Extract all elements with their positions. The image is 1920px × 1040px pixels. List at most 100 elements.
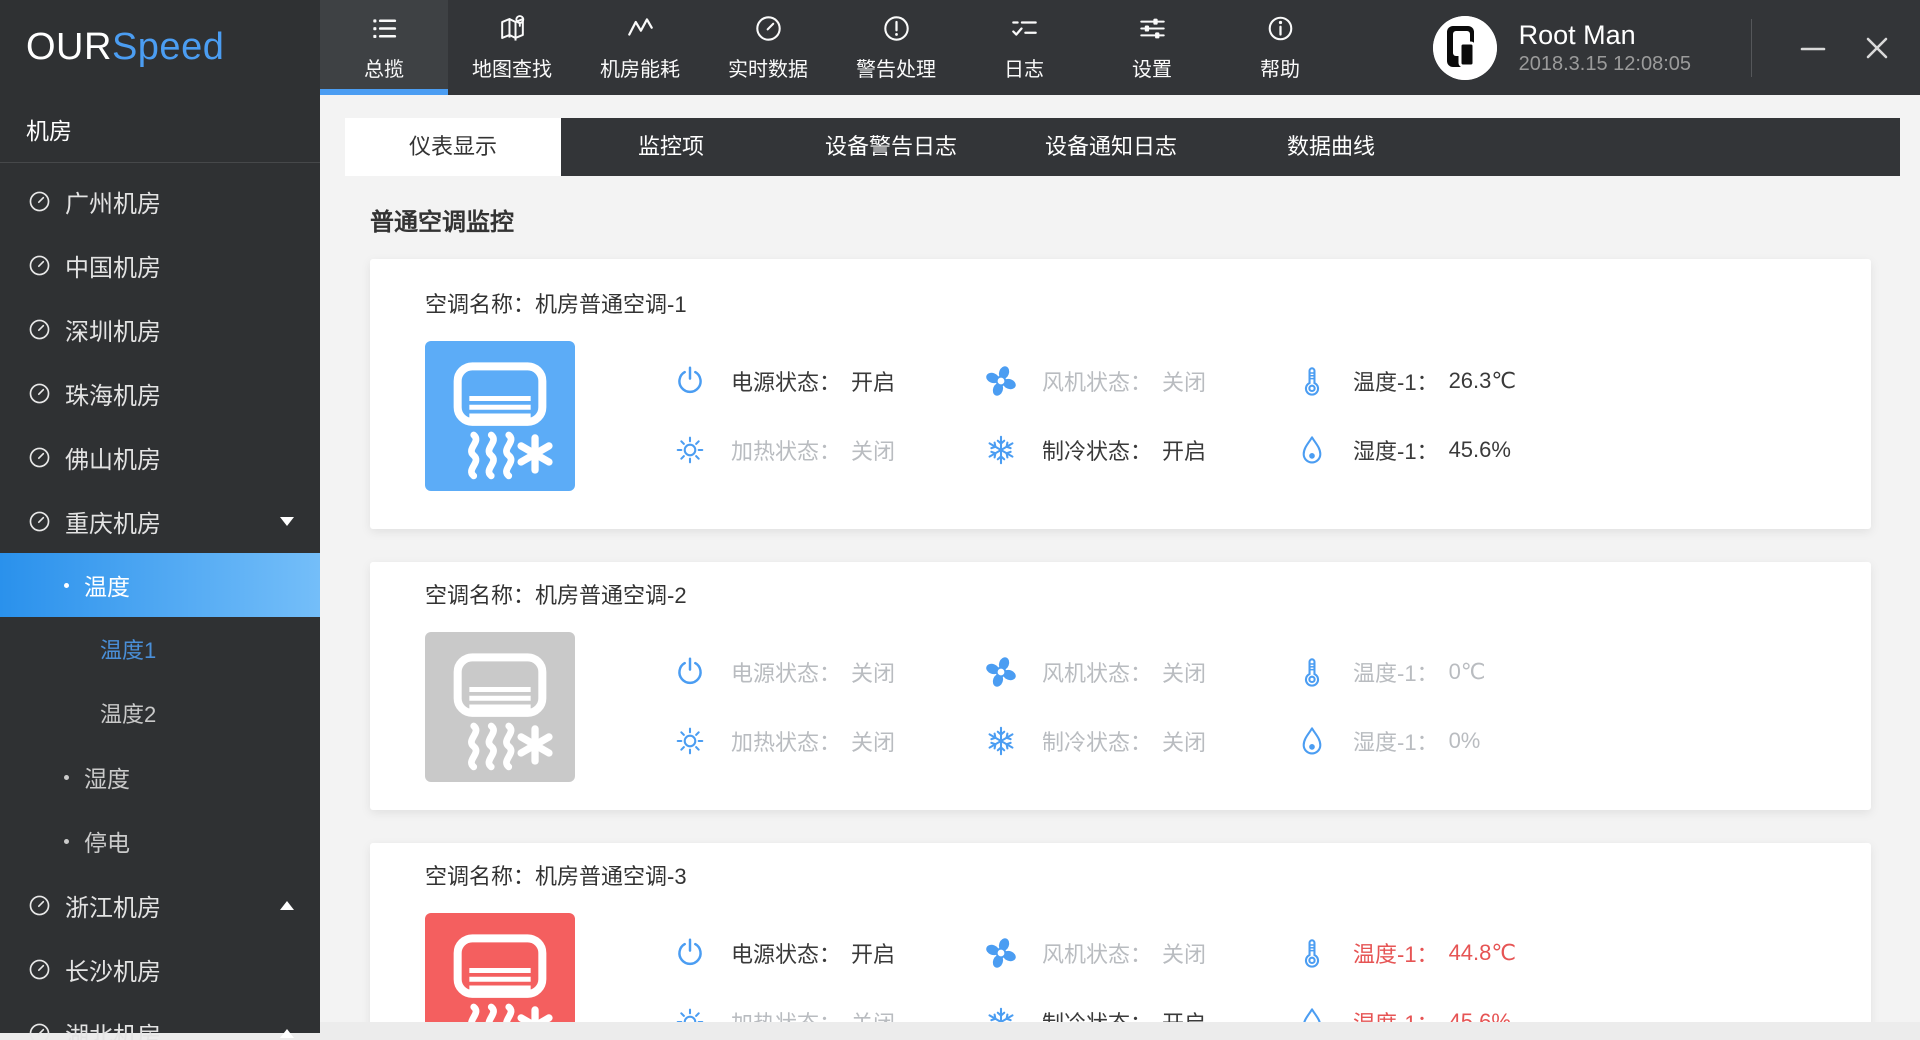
minimize-icon <box>1800 35 1826 61</box>
sidebar-item-zhongguo[interactable]: 中国机房 <box>0 233 320 297</box>
ac-unit-icon <box>425 632 575 782</box>
ac-card: 空调名称：机房普通空调-2 电源状态： 关闭 <box>370 562 1871 810</box>
tab-dashboard[interactable]: 仪表显示 <box>345 118 561 176</box>
sidebar-item-chongqing[interactable]: 重庆机房 <box>0 489 320 553</box>
power-icon <box>673 655 707 689</box>
logo-text-speed: Speed <box>112 26 224 69</box>
sidebar: OURSpeed 机房 广州机房 中国机房 深圳机房 珠海机房 <box>0 0 320 1033</box>
nav-item-settings[interactable]: 设置 <box>1088 0 1216 95</box>
tab-data-curve[interactable]: 数据曲线 <box>1221 118 1441 176</box>
minimize-button[interactable] <box>1794 29 1832 67</box>
ac-card-title: 空调名称：机房普通空调-1 <box>370 259 1871 319</box>
settings-icon <box>1137 13 1168 44</box>
app-window: OURSpeed 机房 广州机房 中国机房 深圳机房 珠海机房 <box>0 0 1920 1040</box>
chevron-up-icon <box>280 901 294 910</box>
map-search-icon <box>497 13 528 44</box>
stat-power: 电源状态： 开启 <box>673 936 984 970</box>
nav-item-map-search[interactable]: 地图查找 <box>448 0 576 95</box>
close-button[interactable] <box>1858 29 1896 67</box>
sidebar-item-wendu[interactable]: 温度 <box>0 553 320 617</box>
stat-cooling: 制冷状态： 开启 <box>984 1005 1295 1022</box>
stat-cooling: 制冷状态： 开启 <box>984 433 1295 467</box>
fan-icon <box>984 364 1018 398</box>
sidebar-item-foshan[interactable]: 佛山机房 <box>0 425 320 489</box>
sidebar-item-changsha[interactable]: 长沙机房 <box>0 937 320 1001</box>
realtime-gauge-icon <box>753 13 784 44</box>
air-conditioner-icon <box>427 343 573 489</box>
ac-unit-icon <box>425 913 575 1022</box>
close-icon <box>1864 35 1890 61</box>
power-icon <box>673 364 707 398</box>
bullet-icon <box>64 775 69 780</box>
nav-item-realtime[interactable]: 实时数据 <box>704 0 832 95</box>
bullet-icon <box>64 583 69 588</box>
sidebar-item-wendu2[interactable]: 温度2 <box>0 681 320 745</box>
stat-humidity: 湿度-1： 45.6% <box>1295 1005 1606 1022</box>
logo-text-our: OUR <box>26 26 112 69</box>
snowflake-icon <box>984 433 1018 467</box>
stat-cooling: 制冷状态： 关闭 <box>984 724 1295 758</box>
sidebar-item-guangzhou[interactable]: 广州机房 <box>0 169 320 233</box>
main-region: 总揽 地图查找 机房能耗 实时数据 警告处理 <box>320 0 1920 1022</box>
stat-fan: 风机状态： 关闭 <box>984 655 1295 689</box>
stat-power: 电源状态： 关闭 <box>673 655 984 689</box>
snowflake-icon <box>984 724 1018 758</box>
sidebar-item-shenzhen[interactable]: 深圳机房 <box>0 297 320 361</box>
tab-alert-log[interactable]: 设备警告日志 <box>781 118 1001 176</box>
stat-temperature: 温度-1： 44.8℃ <box>1295 936 1606 970</box>
heater-sun-icon <box>673 1005 707 1022</box>
tab-notify-log[interactable]: 设备通知日志 <box>1001 118 1221 176</box>
chevron-down-icon <box>280 517 294 526</box>
nav-item-help[interactable]: 帮助 <box>1216 0 1344 95</box>
help-icon <box>1265 13 1296 44</box>
top-nav-bar: 总揽 地图查找 机房能耗 实时数据 警告处理 <box>320 0 1920 95</box>
stat-power: 电源状态： 开启 <box>673 364 984 398</box>
alert-icon <box>881 13 912 44</box>
stat-heater: 加热状态： 关闭 <box>673 724 984 758</box>
sidebar-item-shidu[interactable]: 湿度 <box>0 745 320 809</box>
list-icon <box>369 13 400 44</box>
tab-monitor-items[interactable]: 监控项 <box>561 118 781 176</box>
devices-avatar-icon <box>1433 16 1497 80</box>
ac-card: 空调名称：机房普通空调-1 电源状态： 开启 <box>370 259 1871 529</box>
ac-card-title: 空调名称：机房普通空调-2 <box>370 562 1871 610</box>
stat-heater: 加热状态： 关闭 <box>673 433 984 467</box>
thermometer-icon <box>1295 364 1329 398</box>
heater-sun-icon <box>673 433 707 467</box>
ac-card-title: 空调名称：机房普通空调-3 <box>370 843 1871 891</box>
nav-item-energy[interactable]: 机房能耗 <box>576 0 704 95</box>
gauge-icon <box>27 893 52 918</box>
sidebar-menu: 广州机房 中国机房 深圳机房 珠海机房 佛山机房 重庆机房 <box>0 163 320 1040</box>
stat-fan: 风机状态： 关闭 <box>984 936 1295 970</box>
stat-humidity: 湿度-1： 0% <box>1295 724 1606 758</box>
stat-grid: 电源状态： 关闭 加热状态： 关闭 <box>673 610 1606 782</box>
sidebar-item-wendu1[interactable]: 温度1 <box>0 617 320 681</box>
nav-item-logs[interactable]: 日志 <box>960 0 1088 95</box>
datetime: 2018.3.15 12:08:05 <box>1519 51 1691 77</box>
gauge-icon <box>27 445 52 470</box>
sidebar-item-zhejiang[interactable]: 浙江机房 <box>0 873 320 937</box>
heater-sun-icon <box>673 724 707 758</box>
sidebar-item-tingdian[interactable]: 停电 <box>0 809 320 873</box>
nav-item-alerts[interactable]: 警告处理 <box>832 0 960 95</box>
humidity-icon <box>1295 724 1329 758</box>
gauge-icon <box>27 1021 52 1040</box>
log-icon <box>1009 13 1040 44</box>
fan-icon <box>984 936 1018 970</box>
nav-item-overview[interactable]: 总揽 <box>320 0 448 95</box>
app-logo: OURSpeed <box>0 0 320 95</box>
sidebar-item-zhuhai[interactable]: 珠海机房 <box>0 361 320 425</box>
page-title: 普通空调监控 <box>370 202 1920 237</box>
humidity-icon <box>1295 1005 1329 1022</box>
ac-card-list: 空调名称：机房普通空调-1 电源状态： 开启 <box>370 259 1871 1022</box>
gauge-icon <box>27 317 52 342</box>
top-nav: 总揽 地图查找 机房能耗 实时数据 警告处理 <box>320 0 1344 95</box>
snowflake-icon <box>984 1005 1018 1022</box>
avatar[interactable] <box>1433 16 1497 80</box>
stat-grid: 电源状态： 开启 加热状态： 关闭 <box>673 319 1606 491</box>
gauge-icon <box>27 189 52 214</box>
user-meta: Root Man 2018.3.15 12:08:05 <box>1519 19 1691 77</box>
sidebar-item-hubei[interactable]: 湖北机房 <box>0 1001 320 1040</box>
ac-card: 空调名称：机房普通空调-3 电源状态： 开启 <box>370 843 1871 1022</box>
divider <box>1751 19 1752 77</box>
